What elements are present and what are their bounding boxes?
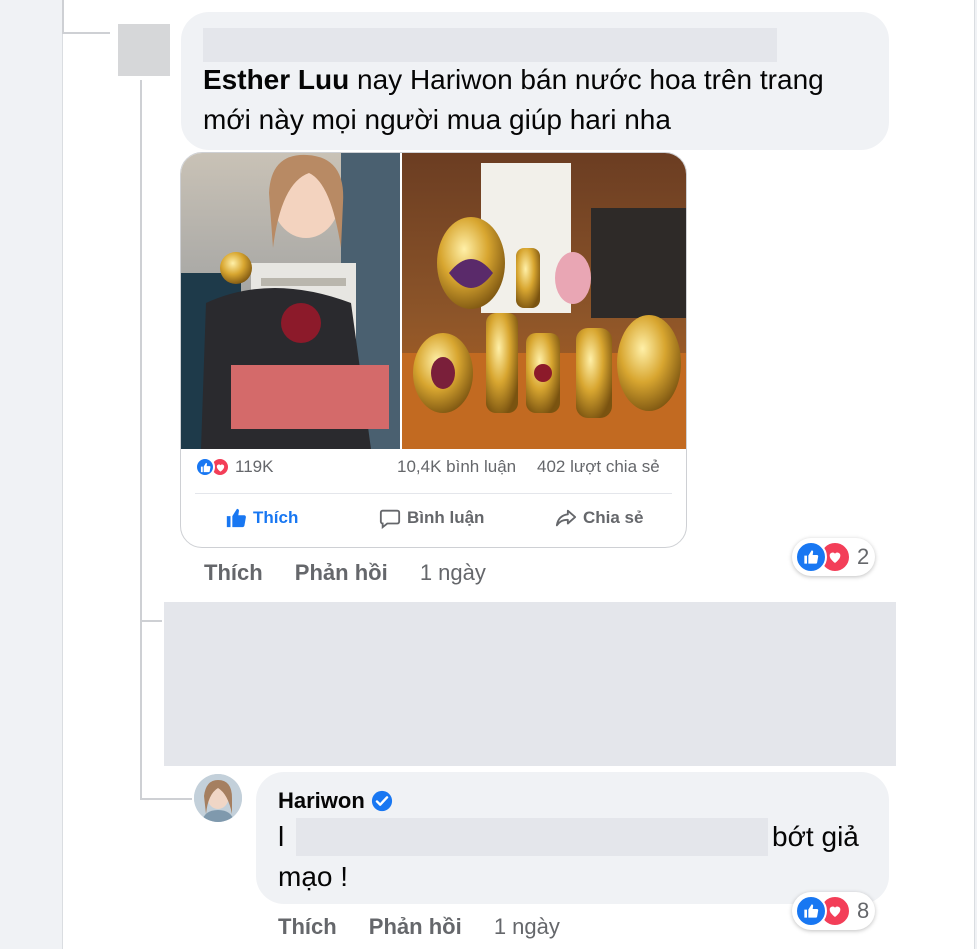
shared-post-card[interactable]: 119K 10,4K bình luận 402 lượt chia sẻ Th… [180,152,687,548]
post-comment-count[interactable]: 10,4K bình luận [397,457,516,477]
reply-author[interactable]: Hariwon [278,788,365,814]
redacted-comment [164,602,896,766]
speech-bubble-icon [379,509,401,529]
like-action[interactable]: Thích [278,914,337,939]
like-icon [795,895,827,927]
post-share-count[interactable]: 402 lượt chia sẻ [537,457,660,477]
like-icon [795,541,827,573]
post-like-label: Thích [253,508,299,527]
post-photo [181,153,686,449]
post-reaction-count[interactable]: 119K [235,457,273,477]
commenter-avatar[interactable] [194,774,242,822]
post-like-button[interactable]: Thích [225,507,298,529]
reply-action[interactable]: Phản hồi [369,914,462,939]
post-action-row: Thích Bình luận Chia sẻ [181,499,686,539]
comment-reactions[interactable]: 2 [792,538,876,576]
post-comment-button[interactable]: Bình luận [379,507,484,529]
reply-author-row: Hariwon [278,788,393,814]
redacted-header-text [203,28,777,62]
reply-reactions[interactable]: 8 [792,892,876,930]
reaction-count: 2 [857,544,870,569]
thread-line-top [62,0,64,32]
comment-author[interactable]: Esther Luu [203,64,349,95]
post-share-label: Chia sẻ [583,508,644,527]
thread-line-branch-top [62,32,110,34]
share-arrow-icon [555,509,577,527]
reply-timestamp[interactable]: 1 ngày [494,914,560,939]
thread-line-main [140,80,142,800]
comment-timestamp[interactable]: 1 ngày [420,560,486,585]
like-action[interactable]: Thích [204,560,263,585]
comment-text: Esther Luu nay Hariwon bán nước hoa trên… [203,60,863,140]
reaction-count: 8 [857,898,870,923]
avatar-photo [194,774,242,822]
thread-line-branch-bottom [140,798,192,800]
reply-text-line2: mạo ! [278,861,349,892]
redacted-avatar[interactable] [118,24,170,76]
post-stats-divider [195,493,672,494]
like-icon [195,457,215,477]
reply-actions: Thích Phản hồi 1 ngày [278,914,586,940]
reply-action[interactable]: Phản hồi [295,560,388,585]
post-comment-label: Bình luận [407,508,485,527]
redacted-reply-text [296,818,768,856]
post-share-button[interactable]: Chia sẻ [555,507,643,529]
post-stats-bar: 119K 10,4K bình luận 402 lượt chia sẻ [181,449,686,489]
thumbs-up-icon [226,508,246,528]
verified-badge-icon [371,790,392,812]
thread-line-branch-mid [140,620,162,622]
reply-text-end: bớt giả [772,821,859,852]
reply-text-start: l [278,821,285,852]
comment-actions: Thích Phản hồi 1 ngày [204,560,512,586]
